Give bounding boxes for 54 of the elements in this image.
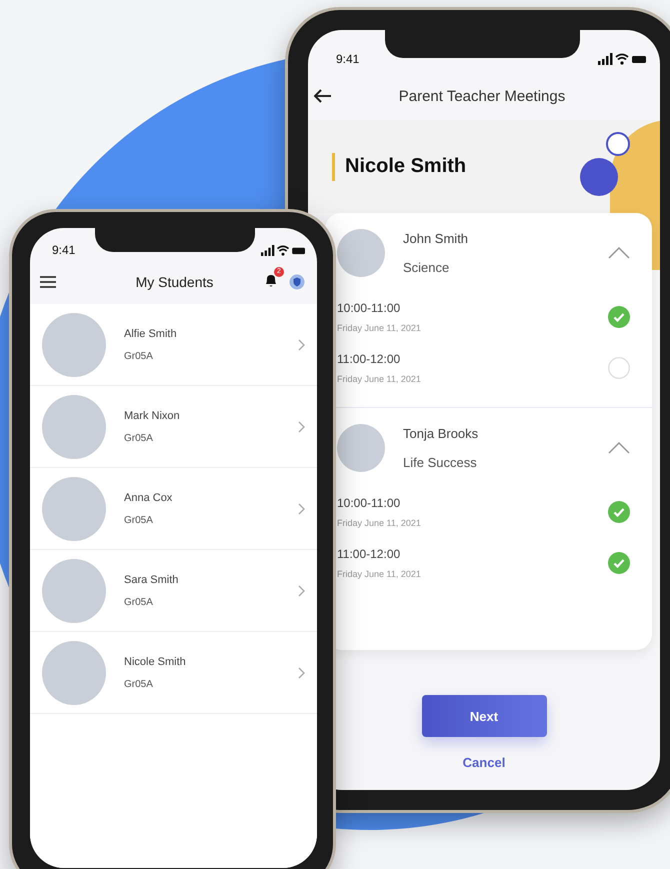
student-grade: Gr05A [124, 678, 154, 690]
student-name: Nicole Smith [345, 155, 466, 178]
status-time: 9:41 [52, 243, 76, 257]
cancel-link[interactable]: Cancel [462, 755, 506, 770]
chevron-up-icon[interactable] [608, 247, 630, 259]
student-row[interactable]: Nicole Smith Gr05A [30, 632, 317, 714]
student-name: Nicole Smith [124, 656, 187, 668]
student-row[interactable]: Alfie Smith Gr05A [30, 304, 317, 386]
chevron-right-icon [298, 502, 305, 514]
chevron-right-icon [298, 420, 305, 432]
shield-icon[interactable] [288, 274, 305, 290]
screen-title: My Students [134, 274, 214, 290]
time-slot: 11:00-12:00 [337, 352, 421, 366]
student-name: Anna Cox [124, 492, 174, 504]
student-grade: Gr05A [124, 514, 154, 526]
avatar-placeholder [337, 229, 385, 277]
slot-date: Friday June 11, 2021 [337, 518, 421, 528]
student-row[interactable]: Mark Nixon Gr05A [30, 386, 317, 468]
time-slot: 11:00-12:00 [337, 546, 421, 560]
check-circle-icon[interactable] [608, 552, 630, 574]
chevron-up-icon[interactable] [608, 442, 630, 454]
chevron-right-icon [298, 584, 305, 596]
student-row[interactable]: Sara Smith Gr05A [30, 550, 317, 632]
status-icons [261, 244, 305, 256]
status-time: 9:41 [336, 52, 360, 66]
decorative-ring [606, 132, 630, 156]
student-name: Alfie Smith [124, 328, 178, 340]
teacher-name: Tonja Brooks [403, 426, 480, 441]
chevron-right-icon [298, 338, 305, 350]
slot-date: Friday June 11, 2021 [337, 322, 421, 332]
accent-bar [332, 152, 335, 180]
teacher-subject: Life Success [403, 455, 478, 470]
student-grade: Gr05A [124, 596, 154, 608]
check-circle-icon[interactable] [608, 500, 630, 522]
student-name: Mark Nixon [124, 410, 181, 422]
chevron-right-icon [298, 666, 305, 678]
check-circle-icon[interactable] [608, 306, 630, 328]
time-slot: 10:00-11:00 [337, 496, 421, 510]
avatar-placeholder [337, 424, 385, 472]
menu-icon[interactable] [40, 276, 56, 288]
student-grade: Gr05A [124, 350, 154, 362]
slot-date: Friday June 11, 2021 [337, 568, 421, 578]
screen-title: Parent Teacher Meetings [398, 88, 566, 104]
teacher-name: John Smith [403, 231, 470, 246]
decorative-dot [580, 158, 618, 196]
time-slot: 10:00-11:00 [337, 300, 421, 314]
student-grade: Gr05A [124, 432, 154, 444]
back-arrow-icon[interactable] [314, 89, 332, 103]
student-row[interactable]: Anna Cox Gr05A [30, 468, 317, 550]
teacher-subject: Science [403, 260, 450, 275]
student-name: Sara Smith [124, 574, 180, 586]
next-button[interactable]: Next [422, 695, 546, 737]
slot-date: Friday June 11, 2021 [337, 374, 421, 384]
status-icons [598, 53, 646, 65]
